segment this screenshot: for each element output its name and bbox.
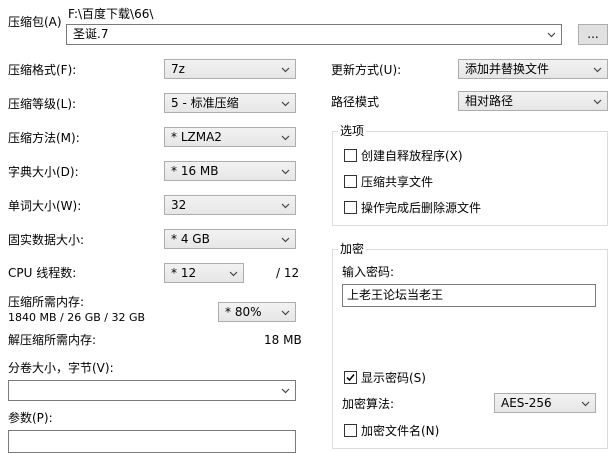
format-label: 压缩格式(F): xyxy=(8,63,77,77)
shared-label[interactable]: 压缩共享文件 xyxy=(361,174,433,190)
checkmark-icon xyxy=(346,374,355,382)
enc-method-value: AES-256 xyxy=(501,396,552,410)
word-value: 32 xyxy=(171,198,187,212)
archive-name-value: 圣诞.7 xyxy=(73,27,109,41)
mem-usage-value: * 80% xyxy=(225,305,262,319)
chevron-down-icon xyxy=(281,135,290,141)
word-label: 单词大小(W): xyxy=(8,199,82,213)
archive-path: F:\百度下载\66\ xyxy=(68,7,154,21)
chevron-down-icon xyxy=(281,310,290,316)
chevron-down-icon[interactable] xyxy=(547,30,556,39)
update-select[interactable]: 添加并替换文件 xyxy=(458,59,608,79)
mem-decomp-value: 18 MB xyxy=(264,333,302,347)
volume-combo[interactable] xyxy=(8,380,296,401)
threads-value: * 12 xyxy=(171,266,197,280)
dict-select[interactable]: * 16 MB xyxy=(164,161,296,181)
mem-comp-detail: 1840 MB / 26 GB / 32 GB xyxy=(8,311,146,324)
delete-checkbox[interactable] xyxy=(344,201,357,214)
encrypt-names-checkbox[interactable] xyxy=(344,424,357,437)
solid-label: 固实数据大小: xyxy=(8,233,85,247)
solid-select[interactable]: * 4 GB xyxy=(164,229,296,249)
pathmode-select[interactable]: 相对路径 xyxy=(458,91,608,111)
encryption-title: 加密 xyxy=(338,241,367,257)
archive-name-combo[interactable]: 圣诞.7 xyxy=(66,24,562,45)
level-value: 5 - 标准压缩 xyxy=(171,96,239,110)
format-select[interactable]: 7z xyxy=(164,59,296,79)
update-value: 添加并替换文件 xyxy=(465,62,550,76)
threads-label: CPU 线程数: xyxy=(8,266,77,280)
threads-select[interactable]: * 12 xyxy=(164,263,244,283)
level-select[interactable]: 5 - 标准压缩 xyxy=(164,93,296,113)
browse-button[interactable]: ... xyxy=(578,24,608,45)
password-value: 上老王论坛当老王 xyxy=(347,288,444,302)
password-label: 输入密码: xyxy=(342,265,395,279)
update-label: 更新方式(U): xyxy=(331,63,402,77)
chevron-down-icon xyxy=(281,67,290,73)
volume-label: 分卷大小，字节(V): xyxy=(8,361,114,375)
chevron-down-icon xyxy=(281,101,290,107)
dict-label: 字典大小(D): xyxy=(8,165,79,179)
solid-value: * 4 GB xyxy=(171,232,210,246)
mem-usage-select[interactable]: * 80% xyxy=(218,302,296,322)
shared-checkbox[interactable] xyxy=(344,175,357,188)
chevron-down-icon[interactable] xyxy=(281,386,290,395)
method-value: * LZMA2 xyxy=(171,130,222,144)
archive-label: 压缩包(A) xyxy=(8,15,62,29)
chevron-down-icon xyxy=(281,203,290,209)
chevron-down-icon xyxy=(593,67,602,73)
chevron-down-icon xyxy=(229,271,238,277)
password-input[interactable]: 上老王论坛当老王 xyxy=(342,284,596,307)
word-select[interactable]: 32 xyxy=(164,195,296,215)
sfx-label[interactable]: 创建自释放程序(X) xyxy=(361,148,463,164)
format-value: 7z xyxy=(171,62,185,76)
params-input[interactable] xyxy=(8,430,296,453)
level-label: 压缩等级(L): xyxy=(8,97,77,111)
dict-value: * 16 MB xyxy=(171,164,219,178)
method-select[interactable]: * LZMA2 xyxy=(164,127,296,147)
mem-comp-label: 压缩所需内存: xyxy=(8,295,85,309)
threads-max: / 12 xyxy=(276,266,300,280)
params-label: 参数(P): xyxy=(8,411,53,425)
options-title: 选项 xyxy=(338,123,367,139)
method-label: 压缩方法(M): xyxy=(8,131,80,145)
pathmode-value: 相对路径 xyxy=(465,94,514,108)
encrypt-names-label[interactable]: 加密文件名(N) xyxy=(361,423,439,439)
show-password-checkbox[interactable] xyxy=(344,371,357,384)
enc-method-select[interactable]: AES-256 xyxy=(494,393,596,413)
sfx-checkbox[interactable] xyxy=(344,149,357,162)
pathmode-label: 路径模式 xyxy=(331,95,380,109)
enc-method-label: 加密算法: xyxy=(342,397,395,411)
chevron-down-icon xyxy=(281,237,290,243)
show-password-label[interactable]: 显示密码(S) xyxy=(361,370,426,386)
chevron-down-icon xyxy=(581,401,590,407)
chevron-down-icon xyxy=(593,99,602,105)
mem-decomp-label: 解压缩所需内存: xyxy=(8,333,97,347)
delete-label[interactable]: 操作完成后删除源文件 xyxy=(361,200,481,216)
chevron-down-icon xyxy=(281,169,290,175)
